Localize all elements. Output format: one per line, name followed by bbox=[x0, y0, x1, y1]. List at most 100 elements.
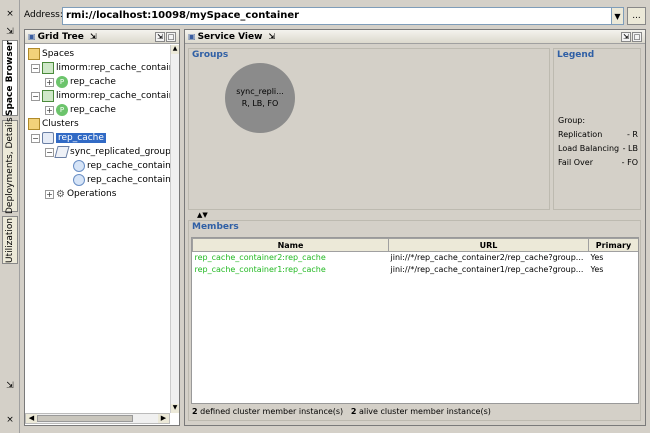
service-view-panel-icon: ▣ bbox=[188, 32, 196, 41]
grid-tree-panel: ▣ Grid Tree ⇲ ⇲ □ Spaces − limorm:rep_ca… bbox=[24, 29, 180, 426]
tree-node-clusters[interactable]: Clusters bbox=[28, 117, 79, 131]
close-icon[interactable]: × bbox=[4, 8, 16, 20]
pin-icon[interactable]: ⇲ bbox=[268, 32, 275, 41]
tree-node-label: rep_cache bbox=[70, 105, 116, 115]
address-more-button[interactable]: ... bbox=[627, 7, 646, 25]
legend-abbr: - R bbox=[627, 130, 638, 139]
tab-space-browser[interactable]: Space Browser bbox=[2, 40, 18, 116]
tree-node-sync-group[interactable]: − sync_replicated_group bbox=[45, 145, 171, 159]
pin-icon[interactable]: ⇲ bbox=[4, 380, 16, 392]
members-table: Name URL Primary rep_cache_container2:re… bbox=[192, 238, 639, 276]
legend-name: Load Balancing bbox=[558, 144, 620, 153]
grid-tree-title: Grid Tree bbox=[37, 31, 84, 42]
expand-icon[interactable]: + bbox=[45, 105, 54, 115]
column-header-primary[interactable]: Primary bbox=[588, 238, 638, 252]
member-name-cell: rep_cache_container1:rep_cache bbox=[194, 265, 326, 274]
scroll-thumb[interactable] bbox=[37, 415, 133, 422]
address-dropdown-button[interactable]: ▼ bbox=[611, 7, 624, 25]
tab-utilization[interactable]: Utilization bbox=[2, 216, 18, 264]
container-icon bbox=[42, 90, 54, 102]
tree-node-cluster-cache[interactable]: − rep_cache bbox=[31, 131, 106, 145]
members-area: Members Name URL Primary rep_cache_conta… bbox=[188, 220, 641, 421]
splitter-arrows-icon[interactable]: ▲▼ bbox=[197, 212, 208, 219]
expand-icon[interactable]: + bbox=[45, 189, 54, 199]
tree-node-container2[interactable]: − limorm:rep_cache_container2 bbox=[31, 61, 171, 75]
address-label: Address: bbox=[24, 10, 63, 20]
members-label: Members bbox=[192, 222, 239, 232]
members-status-bar: 2 defined cluster member instance(s) 2 a… bbox=[192, 407, 491, 416]
tree-node-container1[interactable]: − limorm:rep_cache_container1 bbox=[31, 89, 171, 103]
pin-icon[interactable]: ⇲ bbox=[621, 32, 631, 42]
tree-node-label: rep_cache_container2 bbox=[87, 175, 171, 185]
collapse-icon[interactable]: − bbox=[31, 91, 40, 101]
grid-tree-header: ▣ Grid Tree ⇲ ⇲ □ bbox=[25, 30, 179, 44]
operations-icon: ⚙ bbox=[56, 188, 65, 200]
tree-node-label: Spaces bbox=[42, 49, 75, 59]
member-primary-cell: Yes bbox=[590, 253, 604, 263]
horizontal-scrollbar[interactable]: ◀ ▶ bbox=[25, 413, 170, 424]
member-icon bbox=[73, 174, 85, 186]
member-name-cell: rep_cache_container2:rep_cache bbox=[194, 253, 326, 263]
alive-count: 2 bbox=[350, 407, 357, 416]
tree-node-member2[interactable]: rep_cache_container2 bbox=[73, 173, 171, 187]
pin-icon[interactable]: ⇲ bbox=[90, 32, 97, 41]
tree-node-member1[interactable]: rep_cache_container bbox=[73, 159, 171, 173]
legend-name: Fail Over bbox=[558, 158, 593, 167]
tree-node-label: Operations bbox=[66, 189, 117, 199]
scroll-right-icon[interactable]: ▶ bbox=[158, 414, 169, 423]
member-primary-cell: Yes bbox=[590, 265, 604, 274]
column-header-url[interactable]: URL bbox=[388, 238, 589, 252]
collapse-icon[interactable]: − bbox=[31, 133, 40, 143]
member-url-cell: jini://*/rep_cache_container1/rep_cache?… bbox=[390, 265, 584, 274]
table-row[interactable]: rep_cache_container2:rep_cache jini://*/… bbox=[193, 252, 639, 264]
side-tab-strip: × ⇲ Space Browser Deployments, Details U… bbox=[0, 0, 20, 433]
service-view-panel: ▣ Service View ⇲ ⇲ □ Groups sync_repli..… bbox=[184, 29, 646, 426]
tab-deployments-details[interactable]: Deployments, Details bbox=[2, 118, 18, 214]
groups-label: Groups bbox=[192, 50, 229, 60]
tree-node-container2-cache[interactable]: + P rep_cache bbox=[45, 75, 116, 89]
tree-node-label: rep_cache bbox=[70, 77, 116, 87]
maximize-icon[interactable]: □ bbox=[632, 32, 642, 42]
scroll-up-icon[interactable]: ▲ bbox=[171, 45, 179, 54]
maximize-icon[interactable]: □ bbox=[166, 32, 176, 42]
legend-row: Load Balancing - LB bbox=[558, 144, 638, 153]
group-node[interactable]: sync_repli... R, LB, FO bbox=[225, 63, 295, 133]
tree-node-operations[interactable]: + ⚙ Operations bbox=[45, 187, 116, 201]
defined-text: defined cluster member instance(s) bbox=[200, 407, 344, 416]
legend-area: Legend Group: Replication - R Load Balan… bbox=[553, 48, 641, 210]
container-icon bbox=[42, 62, 54, 74]
clusters-folder-icon bbox=[28, 118, 40, 130]
table-row[interactable]: rep_cache_container1:rep_cache jini://*/… bbox=[193, 264, 639, 276]
member-icon bbox=[73, 160, 85, 172]
column-header-name[interactable]: Name bbox=[192, 238, 389, 252]
pin-icon[interactable]: ⇲ bbox=[155, 32, 165, 42]
tree-node-label: limorm:rep_cache_container2 bbox=[56, 63, 171, 73]
cluster-icon bbox=[42, 132, 54, 144]
group-node-name: sync_repli... bbox=[236, 87, 284, 96]
collapse-icon[interactable]: − bbox=[31, 63, 40, 73]
group-node-flags: R, LB, FO bbox=[241, 99, 279, 108]
legend-label: Legend bbox=[557, 50, 595, 60]
defined-count: 2 bbox=[192, 407, 198, 416]
legend-abbr: - FO bbox=[621, 158, 638, 167]
alive-text: alive cluster member instance(s) bbox=[358, 407, 491, 416]
legend-abbr: - LB bbox=[622, 144, 638, 153]
tree-node-label: sync_replicated_group bbox=[70, 147, 171, 157]
vertical-scrollbar[interactable]: ▲ ▼ bbox=[170, 45, 179, 413]
close-icon[interactable]: × bbox=[4, 414, 16, 426]
collapse-icon[interactable]: − bbox=[45, 147, 54, 157]
pin-icon[interactable]: ⇲ bbox=[4, 26, 16, 38]
groups-area: Groups sync_repli... R, LB, FO bbox=[188, 48, 550, 210]
tree-node-spaces[interactable]: Spaces bbox=[28, 47, 74, 61]
tree-node-container1-cache[interactable]: + P rep_cache bbox=[45, 103, 116, 117]
group-icon bbox=[54, 146, 70, 158]
address-input[interactable]: rmi://localhost:10098/mySpace_container bbox=[62, 7, 618, 25]
member-url-cell: jini://*/rep_cache_container2/rep_cache?… bbox=[390, 253, 584, 263]
expand-icon[interactable]: + bbox=[45, 77, 54, 87]
tree-node-label: rep_cache_container bbox=[87, 161, 171, 171]
legend-name: Replication bbox=[558, 130, 603, 139]
members-table-container: Name URL Primary rep_cache_container2:re… bbox=[191, 237, 639, 404]
scroll-left-icon[interactable]: ◀ bbox=[26, 414, 37, 423]
scroll-down-icon[interactable]: ▼ bbox=[171, 404, 179, 413]
tree-node-label: Clusters bbox=[42, 119, 79, 129]
